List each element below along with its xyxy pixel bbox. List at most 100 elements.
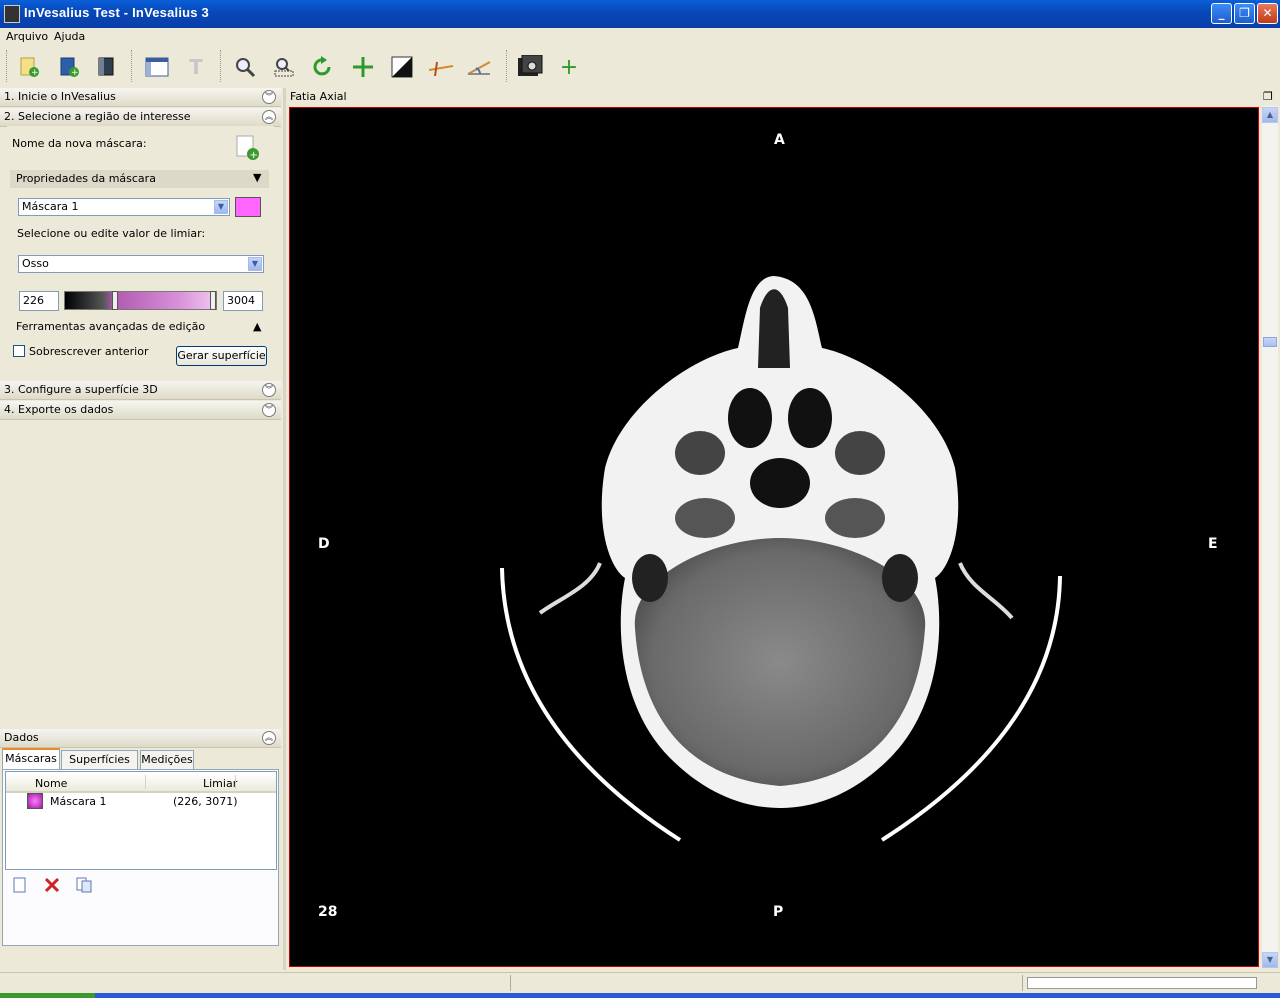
chevron-down-icon[interactable]: ︾ (262, 403, 276, 417)
title-bar: InVesalius Test - InVesalius 3 _ ❐ ✕ (0, 0, 1280, 28)
zoom-icon[interactable] (232, 54, 258, 80)
menu-ajuda[interactable]: Ajuda (54, 28, 85, 46)
screenshot-icon[interactable] (517, 54, 543, 80)
pan-icon[interactable] (350, 54, 376, 80)
mask-properties-bar[interactable]: Propriedades da máscara ▼ (10, 170, 269, 188)
column-name[interactable]: Nome (35, 777, 67, 790)
scroll-up-button[interactable]: ▲ (1262, 107, 1278, 123)
orientation-left: D (318, 536, 330, 552)
threshold-slider[interactable] (64, 291, 217, 310)
orientation-right: E (1208, 536, 1218, 552)
delete-item-button[interactable] (44, 877, 60, 896)
contrast-icon[interactable] (389, 54, 415, 80)
mask-list-header: Nome Limiar (6, 773, 276, 793)
layout-icon[interactable] (144, 54, 170, 80)
maximize-viewer-icon[interactable]: ❐ (1263, 88, 1273, 106)
scroll-down-button[interactable]: ▼ (1262, 952, 1278, 968)
tab-medicoes[interactable]: Medições (140, 750, 194, 769)
zoom-select-icon[interactable] (271, 54, 297, 80)
chevron-up-icon[interactable]: ︽ (262, 110, 276, 124)
restore-button[interactable]: ❐ (1234, 3, 1255, 24)
generate-surface-button[interactable]: Gerar superfície (176, 346, 267, 366)
threshold-label: Selecione ou edite valor de limiar: (17, 227, 206, 240)
svg-text:+: + (71, 68, 79, 78)
slice-scrollbar[interactable] (1262, 106, 1278, 968)
status-divider (510, 975, 511, 991)
row-name: Máscara 1 (50, 795, 107, 808)
tab-superficies[interactable]: Superfícies 3D (61, 750, 138, 784)
toolbar-separator (131, 50, 134, 82)
start-button-edge (0, 993, 95, 998)
section-4-header[interactable]: 4. Exporte os dados ︾ (0, 401, 281, 420)
section-1-header[interactable]: 1. Inicie o InVesalius ︾ (0, 88, 281, 107)
text-icon[interactable]: T (183, 54, 209, 80)
status-divider (1022, 975, 1023, 991)
collapse-arrow-icon[interactable]: ▼ (253, 171, 261, 184)
menu-arquivo[interactable]: Arquivo (6, 28, 48, 46)
rotate-icon[interactable] (310, 54, 336, 80)
new-mask-label: Nome da nova máscara: (12, 137, 147, 150)
tab-mascaras[interactable]: Máscaras (2, 748, 60, 770)
threshold-slider-max-handle[interactable] (210, 291, 216, 310)
taskbar-edge (0, 993, 1280, 998)
column-divider (235, 775, 236, 789)
duplicate-icon (76, 877, 92, 893)
chevron-up-icon[interactable]: ︽ (262, 731, 276, 745)
chevron-down-icon: ▼ (248, 257, 262, 271)
threshold-select-value: Osso (22, 257, 49, 270)
mask-properties-label: Propriedades da máscara (16, 172, 156, 185)
row-threshold: (226, 3071) (173, 795, 238, 808)
close-button[interactable]: ✕ (1257, 3, 1278, 24)
axial-slice-viewer[interactable]: A D E P 28 (289, 107, 1259, 967)
orientation-top: A (774, 132, 785, 148)
toolbar: + + T + (0, 46, 1280, 89)
delete-icon (44, 877, 60, 893)
measure-linear-icon[interactable] (428, 54, 454, 80)
column-divider (145, 775, 146, 789)
chevron-down-icon[interactable]: ︾ (262, 383, 276, 397)
minimize-button[interactable]: _ (1211, 3, 1232, 24)
data-panel-header[interactable]: Dados ︽ (0, 729, 281, 748)
viewer-title-bar: Fatia Axial ❐ (286, 88, 1280, 106)
chevron-down-icon[interactable]: ︾ (262, 90, 276, 104)
add-icon[interactable]: + (556, 54, 582, 80)
chevron-down-icon: ▼ (214, 200, 228, 214)
section-3-header[interactable]: 3. Configure a superfície 3D ︾ (0, 381, 281, 400)
expand-arrow-icon[interactable]: ▲ (253, 320, 261, 333)
threshold-slider-min-handle[interactable] (112, 291, 118, 310)
mask-select-value: Máscara 1 (22, 200, 79, 213)
mask-select[interactable]: Máscara 1 ▼ (18, 198, 230, 216)
toolbar-separator (220, 50, 223, 82)
svg-text:+: + (250, 150, 258, 161)
new-mask-button[interactable]: + (235, 134, 261, 165)
overwrite-label: Sobrescrever anterior (29, 345, 149, 358)
mask-color-swatch (27, 793, 43, 809)
slice-number: 28 (318, 904, 338, 920)
advanced-tools-label[interactable]: Ferramentas avançadas de edição (16, 320, 205, 333)
threshold-max-field[interactable]: 3004 (223, 291, 263, 311)
app-icon (4, 5, 20, 23)
import-dicom-icon[interactable]: + (56, 54, 82, 80)
section-2-header[interactable]: 2. Selecione a região de interesse ︽ (0, 108, 281, 127)
threshold-select[interactable]: Osso ▼ (18, 255, 264, 273)
table-row[interactable]: Máscara 1 (226, 3071) (6, 793, 276, 811)
menu-bar: Arquivo Ajuda (0, 28, 1280, 46)
status-bar (0, 972, 1280, 993)
open-project-icon[interactable] (93, 54, 119, 80)
overwrite-checkbox[interactable] (13, 345, 25, 357)
panel-splitter[interactable] (283, 88, 286, 970)
data-panel-title: Dados (4, 731, 39, 744)
new-item-button[interactable] (12, 877, 28, 896)
measure-angle-icon[interactable] (466, 54, 492, 80)
new-mask-icon: + (236, 135, 259, 161)
import-icon[interactable]: + (16, 54, 42, 80)
section-4-label: 4. Exporte os dados (4, 403, 114, 416)
duplicate-item-button[interactable] (76, 877, 92, 896)
scroll-thumb[interactable] (1263, 337, 1277, 347)
mask-color-button[interactable] (235, 197, 261, 217)
column-threshold[interactable]: Limiar (203, 777, 237, 790)
section-3-label: 3. Configure a superfície 3D (4, 383, 158, 396)
toolbar-grip (6, 50, 9, 82)
viewer-title: Fatia Axial (290, 90, 347, 103)
threshold-min-field[interactable]: 226 (19, 291, 59, 311)
